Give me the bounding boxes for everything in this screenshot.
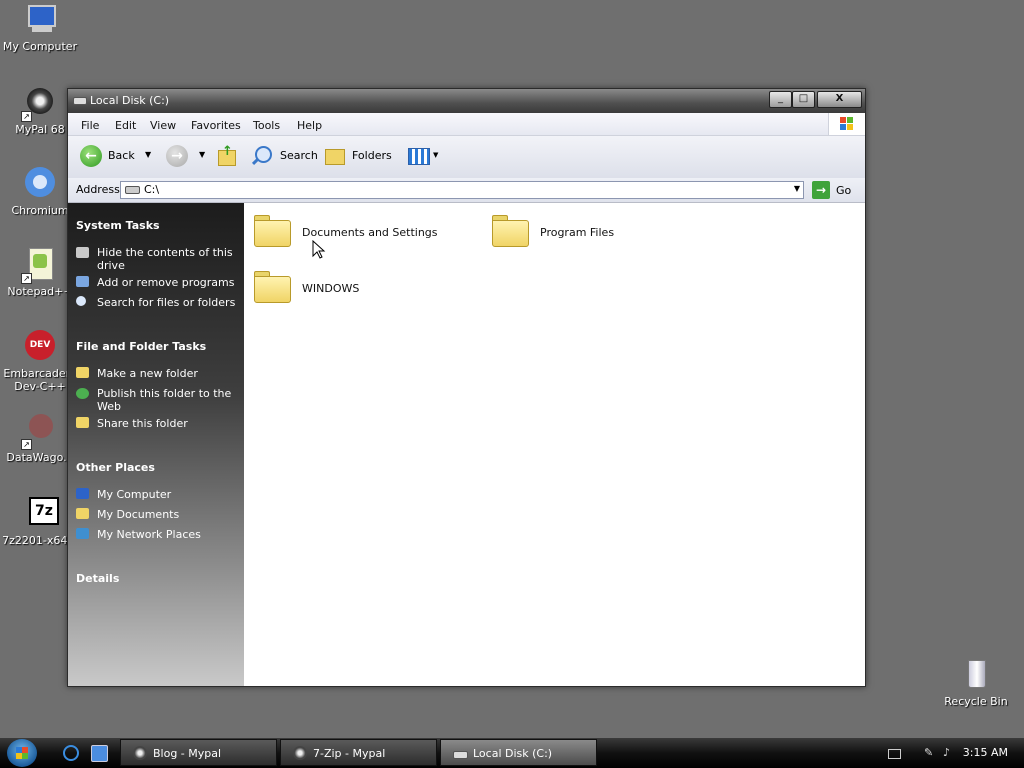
notepad-icon: ↗ bbox=[21, 248, 57, 284]
desktop-icon-recycle-bin[interactable]: Recycle Bin bbox=[937, 658, 1015, 708]
shortcut-arrow-icon: ↗ bbox=[21, 111, 32, 122]
taskbar: Blog - Mypal 7-Zip - Mypal Local Disk (C… bbox=[0, 738, 1024, 768]
task-7zip-mypal[interactable]: 7-Zip - Mypal bbox=[280, 739, 437, 766]
raccoon-icon: ↗ bbox=[21, 86, 57, 122]
back-button[interactable]: ← Back ▼ bbox=[79, 144, 154, 168]
shortcut-arrow-icon: ↗ bbox=[21, 439, 32, 450]
details-header[interactable]: Details bbox=[76, 572, 119, 585]
mouse-cursor-icon bbox=[312, 240, 326, 259]
menu-bar: File Edit View Favorites Tools Help bbox=[68, 113, 865, 136]
computer-icon bbox=[23, 3, 57, 37]
desktop-icon-label: Recycle Bin bbox=[944, 695, 1008, 708]
desktop-icon-label: My Computer bbox=[2, 40, 78, 53]
publish-folder-link[interactable]: Publish this folder to the Web bbox=[97, 387, 237, 413]
search-files-link[interactable]: Search for files or folders bbox=[97, 296, 237, 309]
up-folder-button[interactable]: ↑ bbox=[218, 144, 238, 168]
system-tasks-header[interactable]: System Tasks bbox=[76, 219, 160, 232]
devcpp-icon: DEV bbox=[23, 330, 57, 364]
computer-icon bbox=[76, 488, 89, 499]
search-icon bbox=[76, 296, 86, 306]
folder-item[interactable]: Documents and Settings bbox=[254, 215, 474, 253]
shortcut-arrow-icon: ↗ bbox=[21, 273, 32, 284]
folders-icon bbox=[325, 149, 345, 165]
tray-tools-icon[interactable]: ✎ bbox=[924, 746, 936, 760]
explorer-window: Local Disk (C:) _ □ X File Edit View Fav… bbox=[67, 88, 866, 687]
windows-logo-icon bbox=[828, 113, 865, 135]
keyboard-tray-icon[interactable] bbox=[888, 749, 901, 759]
share-folder-link[interactable]: Share this folder bbox=[97, 417, 237, 430]
raccoon-icon bbox=[293, 746, 307, 760]
sevenzip-icon: 7z bbox=[23, 497, 59, 531]
forward-button[interactable]: → ▼ bbox=[165, 144, 209, 168]
folder-item[interactable]: Program Files bbox=[492, 215, 692, 253]
address-bar: Address C:\ ▼ → Go bbox=[68, 178, 865, 203]
datawago-icon: ↗ bbox=[21, 414, 57, 450]
menu-edit[interactable]: Edit bbox=[115, 119, 136, 132]
drive-icon bbox=[453, 751, 468, 759]
documents-icon bbox=[76, 508, 89, 519]
views-grid-icon bbox=[408, 148, 430, 165]
add-remove-programs-icon bbox=[76, 276, 89, 287]
folder-icon bbox=[254, 215, 291, 247]
menu-file[interactable]: File bbox=[81, 119, 99, 132]
folder-icon bbox=[492, 215, 529, 247]
quicklaunch-explorer-icon[interactable] bbox=[91, 745, 108, 762]
search-button[interactable]: Search bbox=[251, 144, 318, 168]
toolbar: ← Back ▼ → ▼ ↑ Search Folders ▼ bbox=[68, 136, 865, 179]
new-folder-icon bbox=[76, 367, 89, 378]
start-button[interactable] bbox=[7, 739, 37, 767]
recycle-bin-icon bbox=[959, 658, 993, 692]
address-input[interactable]: C:\ ▼ bbox=[120, 181, 804, 199]
folders-button[interactable]: Folders bbox=[325, 144, 395, 168]
quicklaunch-ie-icon[interactable] bbox=[63, 745, 79, 761]
my-documents-link[interactable]: My Documents bbox=[97, 508, 237, 521]
task-pane: System Tasks Hide the contents of this d… bbox=[68, 203, 244, 686]
share-folder-icon bbox=[76, 417, 89, 428]
my-network-places-link[interactable]: My Network Places bbox=[97, 528, 237, 541]
network-icon bbox=[76, 528, 89, 539]
menu-tools[interactable]: Tools bbox=[253, 119, 280, 132]
chromium-icon bbox=[23, 167, 57, 201]
drive-icon bbox=[73, 97, 87, 105]
menu-favorites[interactable]: Favorites bbox=[191, 119, 241, 132]
chevron-down-icon[interactable]: ▼ bbox=[145, 150, 151, 159]
make-new-folder-link[interactable]: Make a new folder bbox=[97, 367, 237, 380]
file-list: Documents and Settings Program Files WIN… bbox=[244, 203, 865, 686]
minimize-button[interactable]: _ bbox=[769, 91, 792, 108]
window-title: Local Disk (C:) bbox=[90, 94, 170, 107]
menu-help[interactable]: Help bbox=[297, 119, 322, 132]
folder-icon bbox=[254, 271, 291, 303]
volume-icon[interactable]: ♪ bbox=[943, 746, 953, 760]
desktop-icon-my-computer[interactable]: My Computer bbox=[1, 3, 79, 53]
go-button[interactable]: → Go bbox=[810, 180, 858, 200]
menu-view[interactable]: View bbox=[150, 119, 176, 132]
title-bar[interactable]: Local Disk (C:) _ □ X bbox=[68, 89, 865, 113]
chevron-down-icon: ▼ bbox=[433, 151, 439, 159]
folder-item[interactable]: WINDOWS bbox=[254, 271, 454, 309]
task-blog-mypal[interactable]: Blog - Mypal bbox=[120, 739, 277, 766]
task-local-disk[interactable]: Local Disk (C:) bbox=[440, 739, 597, 766]
go-arrow-icon: → bbox=[812, 181, 830, 199]
file-folder-tasks-header[interactable]: File and Folder Tasks bbox=[76, 340, 206, 353]
raccoon-icon bbox=[133, 746, 147, 760]
hide-drive-contents-link[interactable]: Hide the contents of this drive bbox=[97, 246, 237, 272]
back-arrow-icon: ← bbox=[80, 145, 102, 167]
other-places-header[interactable]: Other Places bbox=[76, 461, 155, 474]
address-label: Address bbox=[76, 183, 120, 196]
chevron-down-icon[interactable]: ▼ bbox=[794, 184, 800, 193]
forward-arrow-icon: → bbox=[166, 145, 188, 167]
views-button[interactable]: ▼ bbox=[408, 148, 442, 166]
system-clock: 3:15 AM bbox=[962, 746, 1008, 759]
chevron-down-icon[interactable]: ▼ bbox=[199, 150, 205, 159]
publish-web-icon bbox=[76, 388, 89, 399]
drive-icon bbox=[125, 186, 140, 194]
maximize-button[interactable]: □ bbox=[792, 91, 815, 108]
windows-logo-icon bbox=[16, 747, 28, 759]
my-computer-link[interactable]: My Computer bbox=[97, 488, 237, 501]
add-remove-programs-link[interactable]: Add or remove programs bbox=[97, 276, 237, 289]
hide-drive-icon bbox=[76, 247, 89, 258]
close-button[interactable]: X bbox=[817, 91, 862, 108]
